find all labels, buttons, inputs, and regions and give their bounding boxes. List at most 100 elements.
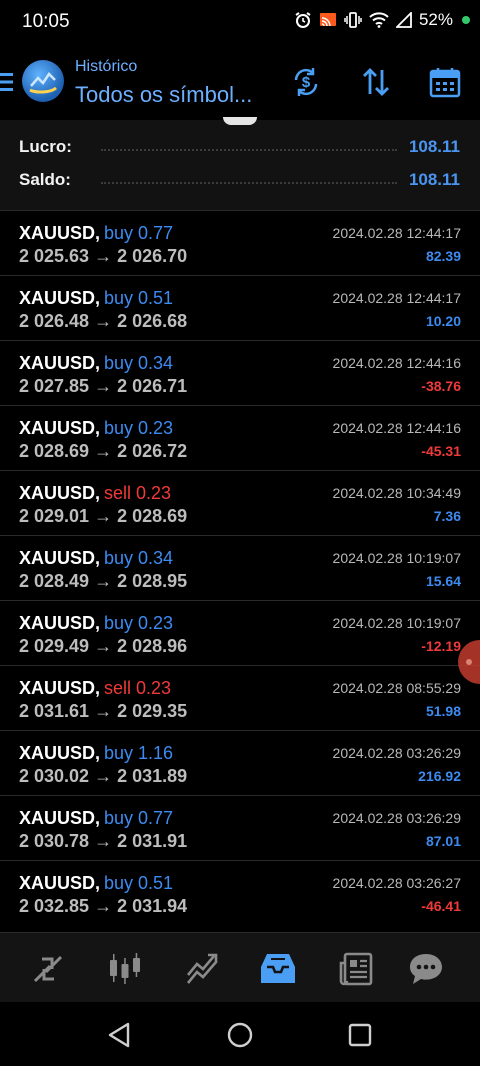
trade-side-volume: buy 0.77 xyxy=(104,223,174,243)
trade-prices: 2 025.63 → 2 026.70 xyxy=(19,246,188,266)
trade-time: 2024.02.28 12:44:17 xyxy=(332,225,461,241)
status-bar: 10:05 52% xyxy=(0,0,480,44)
symbol-name: XAUUSD, xyxy=(19,873,101,893)
trade-profit: 15.64 xyxy=(425,573,461,589)
status-time: 10:05 xyxy=(22,11,70,32)
trade-side-volume: buy 1.16 xyxy=(104,743,174,763)
trade-time: 2024.02.28 10:19:07 xyxy=(332,615,461,631)
recents-button[interactable] xyxy=(345,1020,375,1050)
dollar-sync-icon: $ xyxy=(294,68,318,96)
trade-prices: 2 030.78 → 2 031.91 xyxy=(19,831,188,851)
trade-time: 2024.02.28 12:44:16 xyxy=(332,355,461,371)
trade-side-volume: buy 0.23 xyxy=(104,613,174,633)
system-navigation-bar xyxy=(0,1002,480,1066)
symbol-name: XAUUSD, xyxy=(19,678,101,698)
currency-filter-button[interactable]: $ xyxy=(288,64,324,100)
dotted-leader xyxy=(101,148,397,151)
trade-profit: -12.19 xyxy=(421,638,461,654)
trade-row[interactable]: XAUUSD, buy 0.77 2 025.63 → 2 026.70 2024.0… xyxy=(0,210,480,275)
symbol-name: XAUUSD, xyxy=(19,613,101,633)
symbol-filter[interactable]: Todos os símbol... xyxy=(75,82,252,108)
trade-side-volume: buy 0.23 xyxy=(104,418,174,438)
trade-row[interactable]: XAUUSD, buy 0.34 2 028.49 → 2 028.95 2024.0… xyxy=(0,535,480,600)
trade-time: 2024.02.28 08:55:29 xyxy=(332,680,461,696)
trade-row[interactable]: XAUUSD, buy 0.51 2 032.85 → 2 031.94 2024.0… xyxy=(0,860,480,925)
svg-text:$: $ xyxy=(302,74,311,91)
vibrate-icon xyxy=(344,12,362,28)
trade-time: 2024.02.28 12:44:17 xyxy=(332,290,461,306)
back-button[interactable] xyxy=(104,1020,134,1050)
trade-symbol: XAUUSD, sell 0.23 xyxy=(19,678,171,699)
nav-trade[interactable] xyxy=(182,949,222,989)
trade-profit: 82.39 xyxy=(425,248,461,264)
trade-row[interactable]: XAUUSD, buy 0.23 2 028.69 → 2 026.72 2024.0… xyxy=(0,405,480,470)
trade-symbol: XAUUSD, buy 0.23 xyxy=(19,418,173,439)
app-header: Histórico Todos os símbol... $ xyxy=(0,44,480,120)
trade-row[interactable]: XAUUSD, buy 0.34 2 027.85 → 2 026.71 2024.0… xyxy=(0,340,480,405)
trade-profit: 7.36 xyxy=(433,508,461,524)
trade-symbol: XAUUSD, buy 0.34 xyxy=(19,548,173,569)
trade-symbol: XAUUSD, buy 0.34 xyxy=(19,353,173,374)
trade-row[interactable]: XAUUSD, buy 0.51 2 026.48 → 2 026.68 2024.0… xyxy=(0,275,480,340)
calendar-button[interactable] xyxy=(427,64,463,100)
trade-profit: 10.20 xyxy=(425,313,461,329)
trade-icon xyxy=(186,953,218,984)
trade-row[interactable]: XAUUSD, sell 0.23 2 031.61 → 2 029.35 2024.… xyxy=(0,665,480,730)
page-title: Histórico xyxy=(75,58,138,75)
trade-row[interactable]: XAUUSD, buy 0.77 2 030.78 → 2 031.91 2024.0… xyxy=(0,795,480,860)
trade-list: XAUUSD, buy 0.77 2 025.63 → 2 026.70 2024.0… xyxy=(0,210,480,925)
home-icon xyxy=(227,1022,253,1048)
nav-news[interactable] xyxy=(336,949,376,989)
symbol-name: XAUUSD, xyxy=(19,808,101,828)
trade-prices: 2 027.85 → 2 026.71 xyxy=(19,376,188,396)
menu-icon[interactable] xyxy=(0,70,14,94)
profit-label: Lucro: xyxy=(19,137,72,156)
balance-value: 108.11 xyxy=(408,170,460,189)
trade-symbol: XAUUSD, buy 0.51 xyxy=(19,873,173,894)
app-logo[interactable] xyxy=(22,60,64,102)
trade-symbol: XAUUSD, buy 0.77 xyxy=(19,223,173,244)
back-icon xyxy=(108,1022,130,1048)
nav-history[interactable] xyxy=(258,949,298,989)
trade-side-volume: buy 0.51 xyxy=(104,288,174,308)
trade-row[interactable]: XAUUSD, sell 0.23 2 029.01 → 2 028.69 2024.… xyxy=(0,470,480,535)
signal-icon xyxy=(395,12,412,28)
nav-chat[interactable] xyxy=(406,949,446,989)
trade-row[interactable]: XAUUSD, buy 1.16 2 030.02 → 2 031.89 2024.0… xyxy=(0,730,480,795)
trade-symbol: XAUUSD, buy 1.16 xyxy=(19,743,173,764)
symbol-name: XAUUSD, xyxy=(19,483,101,503)
trade-prices: 2 028.69 → 2 026.72 xyxy=(19,441,188,461)
trade-profit: -45.31 xyxy=(421,443,461,459)
recents-icon xyxy=(348,1023,372,1047)
trade-time: 2024.02.28 03:26:29 xyxy=(332,745,461,761)
sort-icon xyxy=(363,68,389,96)
alarm-icon xyxy=(295,12,311,28)
trade-time: 2024.02.28 03:26:29 xyxy=(332,810,461,826)
calendar-icon xyxy=(429,68,461,98)
trade-side-volume: sell 0.23 xyxy=(104,678,172,698)
home-button[interactable] xyxy=(225,1020,255,1050)
symbol-name: XAUUSD, xyxy=(19,418,101,438)
drag-handle[interactable] xyxy=(223,117,257,125)
wifi-icon xyxy=(369,12,389,28)
symbol-name: XAUUSD, xyxy=(19,288,101,308)
nav-quotes[interactable] xyxy=(28,949,68,989)
nav-chart[interactable] xyxy=(105,949,145,989)
profit-value: 108.11 xyxy=(408,137,460,156)
trade-prices: 2 032.85 → 2 031.94 xyxy=(19,896,188,916)
trade-prices: 2 028.49 → 2 028.95 xyxy=(19,571,188,591)
trade-time: 2024.02.28 12:44:16 xyxy=(332,420,461,436)
trade-profit: 87.01 xyxy=(425,833,461,849)
logo-icon xyxy=(29,72,57,94)
trade-symbol: XAUUSD, buy 0.23 xyxy=(19,613,173,634)
trade-side-volume: buy 0.34 xyxy=(104,548,174,568)
trade-time: 2024.02.28 03:26:27 xyxy=(332,875,461,891)
battery-indicator-icon xyxy=(462,16,470,24)
trade-time: 2024.02.28 10:19:07 xyxy=(332,550,461,566)
trade-prices: 2 030.02 → 2 031.89 xyxy=(19,766,188,786)
trade-row[interactable]: XAUUSD, buy 0.23 2 029.49 → 2 028.96 2024.0… xyxy=(0,600,480,665)
sort-button[interactable] xyxy=(358,64,394,100)
chart-icon xyxy=(110,953,140,984)
battery-percent: 52% xyxy=(418,10,453,29)
trade-side-volume: buy 0.77 xyxy=(104,808,174,828)
